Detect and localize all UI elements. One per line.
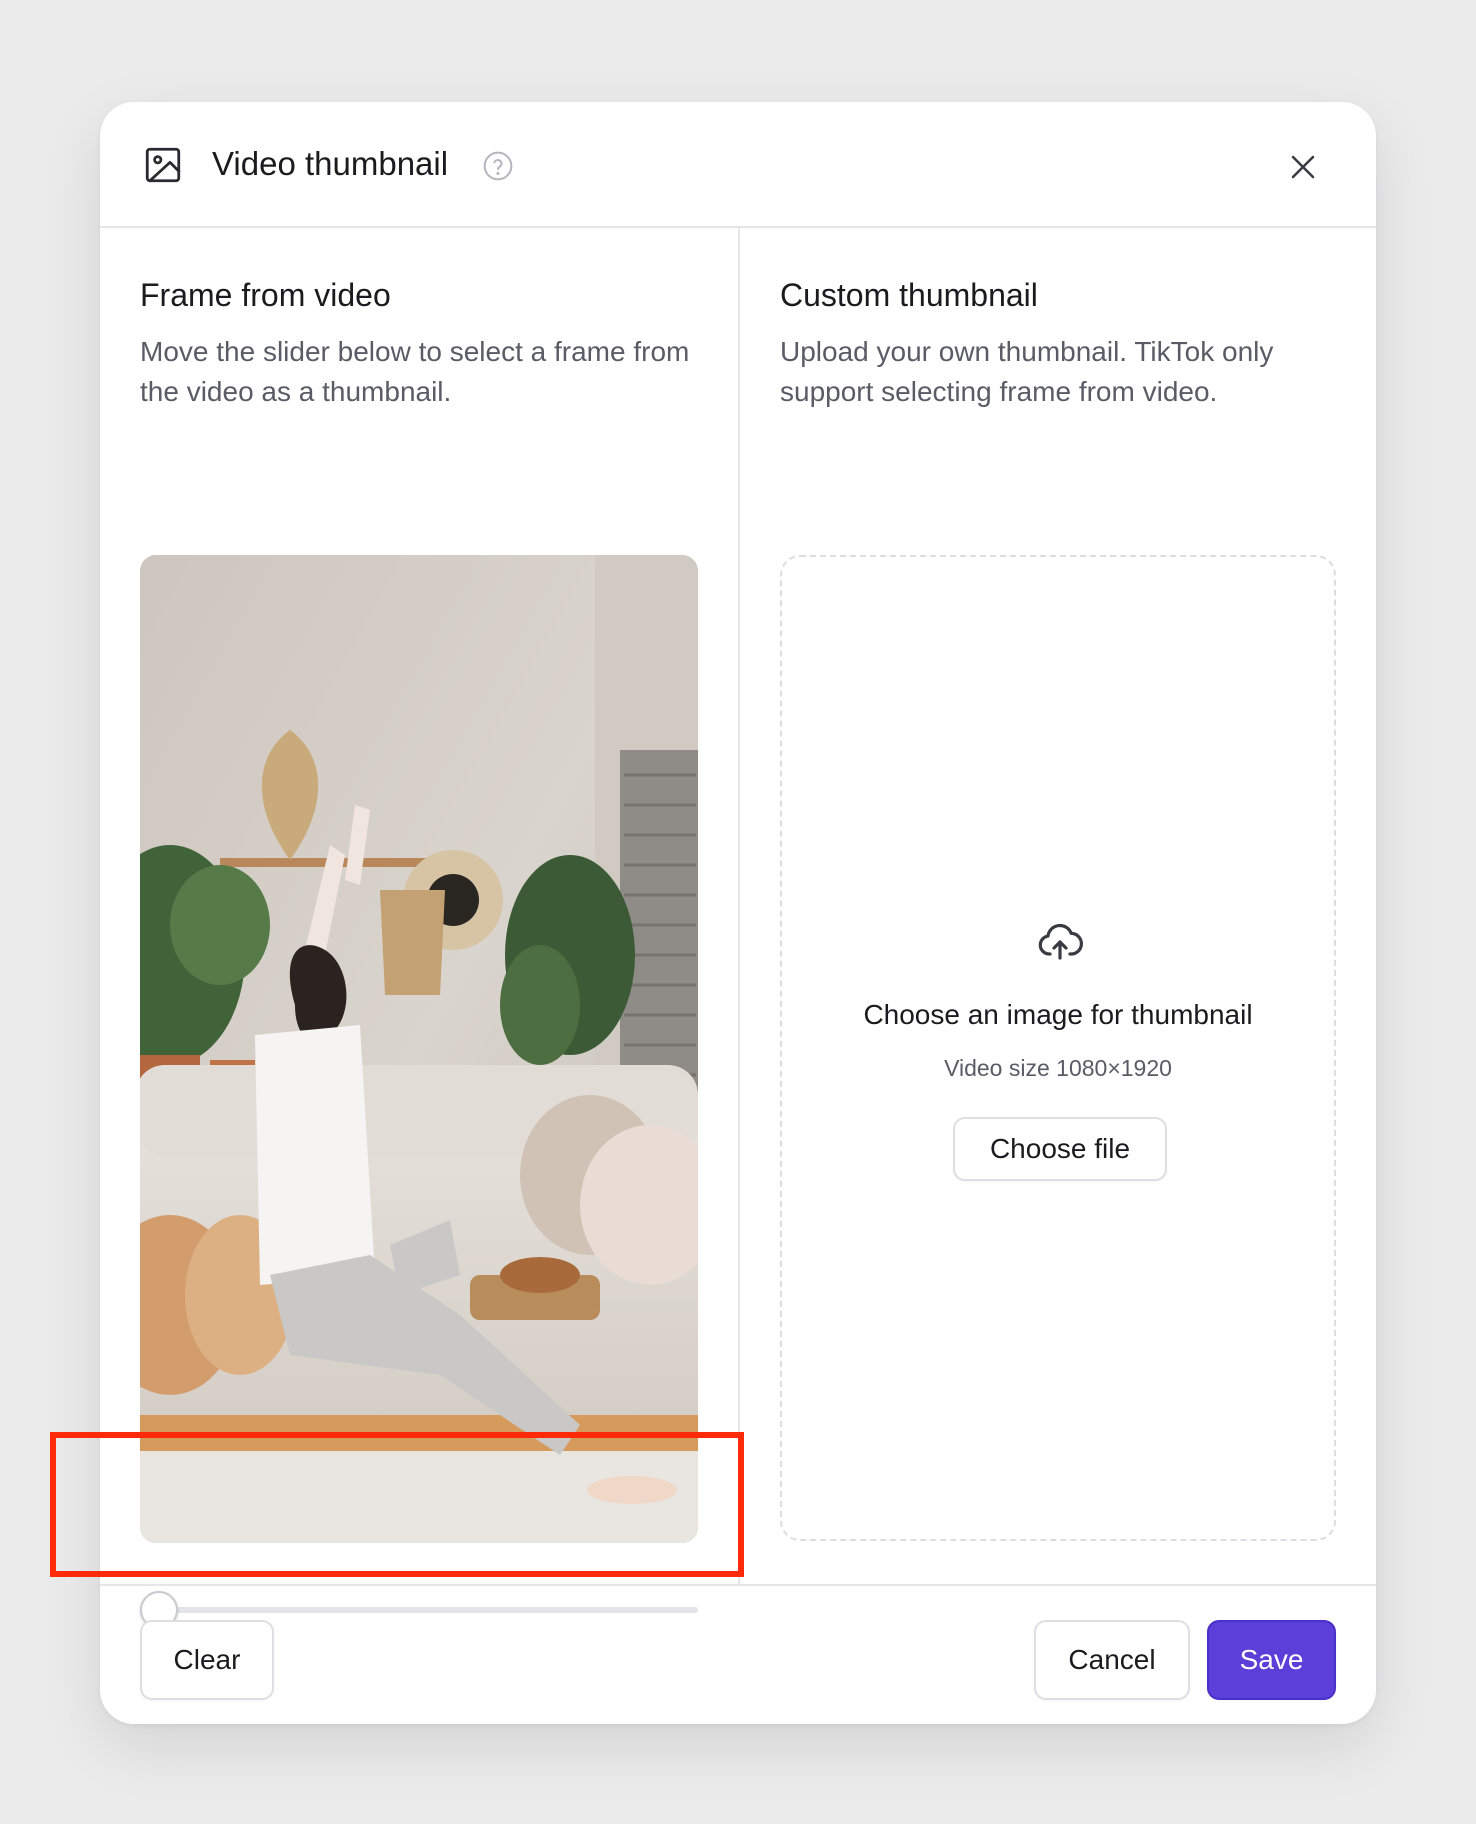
dialog-header: Video thumbnail <box>100 102 1376 228</box>
close-icon <box>1291 155 1315 179</box>
save-button[interactable]: Save <box>1207 1620 1336 1700</box>
choose-file-button[interactable]: Choose file <box>953 1117 1167 1181</box>
video-thumbnail-dialog: Video thumbnail Frame from video Move th… <box>100 102 1376 1724</box>
close-button[interactable] <box>1280 144 1326 190</box>
cloud-upload-icon <box>1038 923 1083 960</box>
video-frame-image <box>140 555 698 1543</box>
dialog-title: Video thumbnail <box>212 145 449 182</box>
upload-dropzone[interactable]: Choose an image for thumbnail Video size… <box>780 555 1336 1541</box>
question-circle-icon[interactable] <box>482 150 514 182</box>
frame-section-description: Move the slider below to select a frame … <box>140 336 690 407</box>
dropzone-title: Choose an image for thumbnail <box>863 999 1253 1030</box>
dialog-footer: Clear Cancel Save <box>100 1584 1376 1724</box>
video-frame-preview <box>140 555 698 1543</box>
custom-section-title: Custom thumbnail <box>780 277 1038 313</box>
custom-section-description: Upload your own thumbnail. TikTok only s… <box>780 336 1274 407</box>
cancel-button[interactable]: Cancel <box>1034 1620 1190 1700</box>
column-divider <box>738 228 740 1584</box>
frame-section-title: Frame from video <box>140 277 391 313</box>
dropzone-subtitle: Video size 1080×1920 <box>944 1055 1172 1081</box>
image-icon <box>145 147 181 183</box>
clear-button[interactable]: Clear <box>140 1620 274 1700</box>
